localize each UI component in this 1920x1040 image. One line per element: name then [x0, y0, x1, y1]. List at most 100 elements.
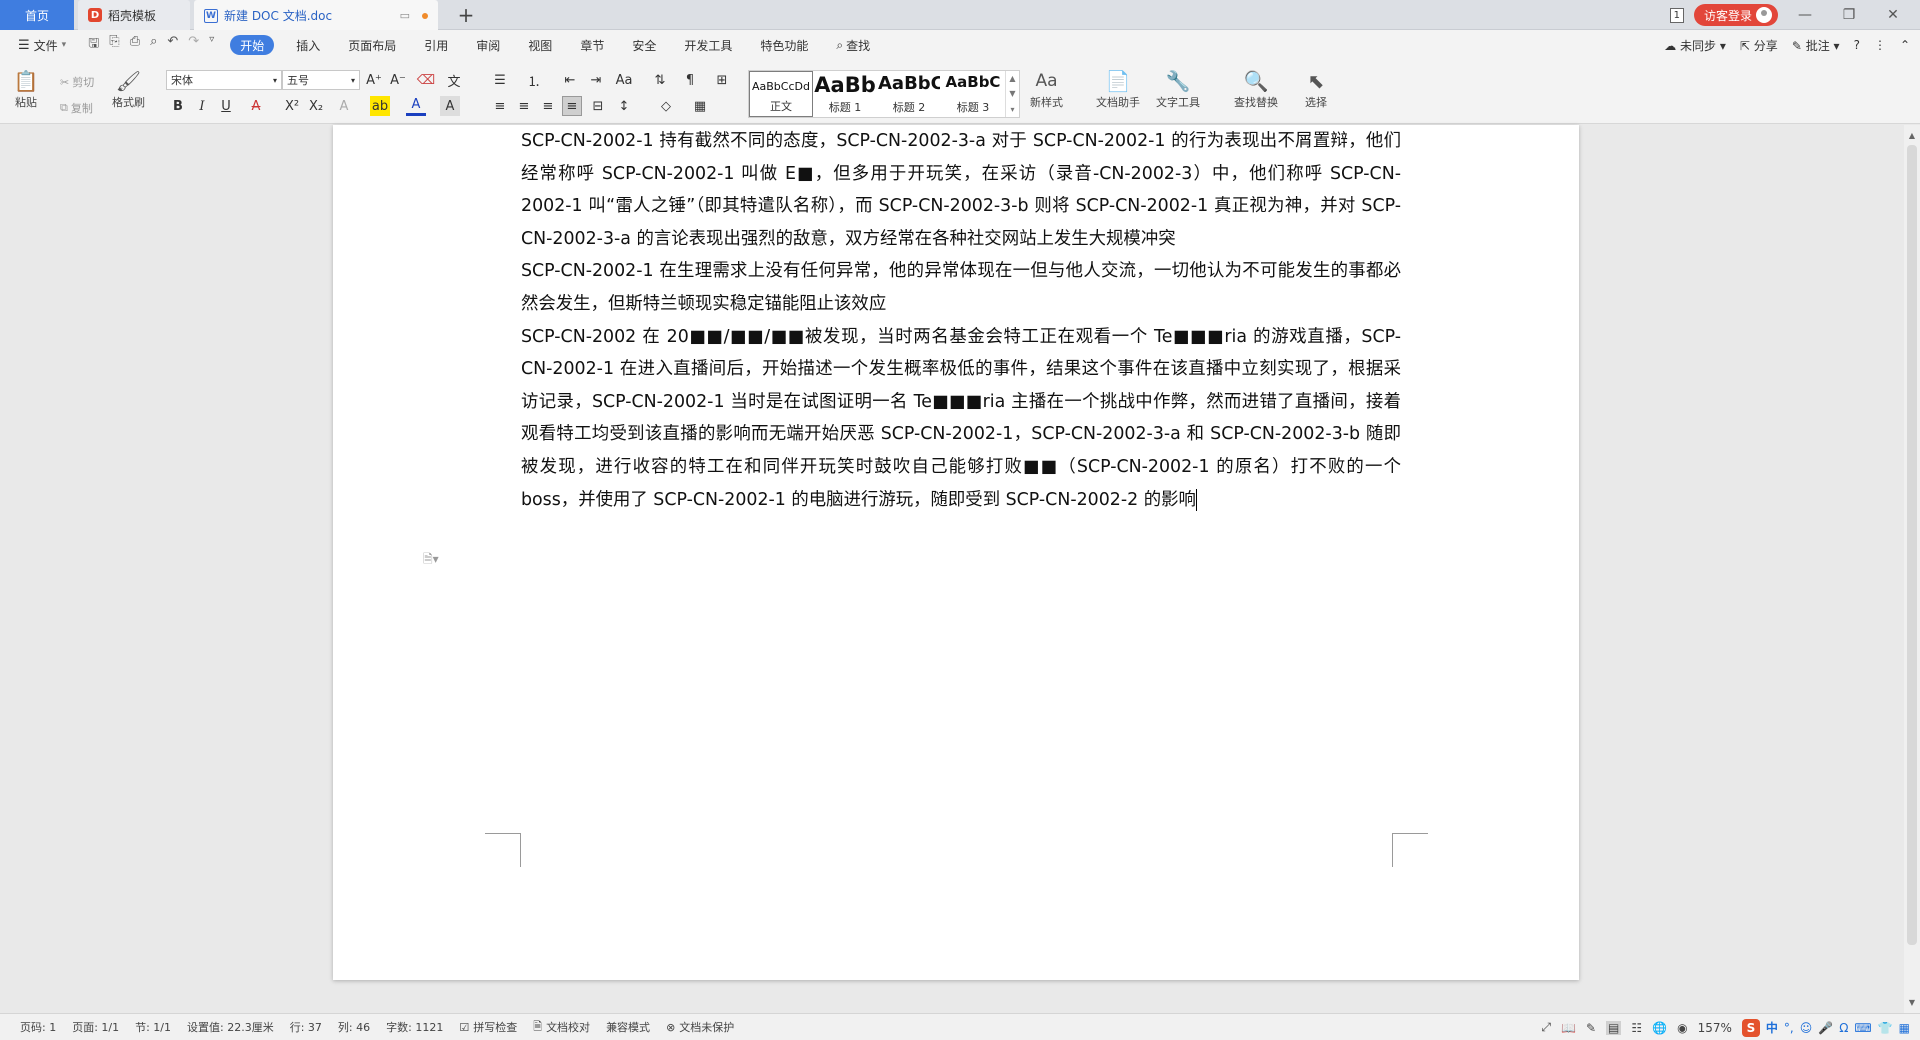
sort-icon[interactable]: ⇅: [650, 70, 670, 90]
redo-icon[interactable]: ↷: [188, 34, 199, 56]
emoji-icon[interactable]: ☺: [1800, 1021, 1813, 1035]
ime-language[interactable]: 中: [1766, 1019, 1778, 1036]
new-style-button[interactable]: Aa 新样式: [1030, 68, 1063, 110]
find-replace-button[interactable]: 🔍 查找替换: [1234, 68, 1278, 110]
char-shading-icon[interactable]: A: [440, 96, 460, 116]
align-right-icon[interactable]: ≡: [538, 96, 558, 116]
status-col[interactable]: 列: 46: [330, 1019, 378, 1035]
tab-template[interactable]: D 稻壳模板: [78, 0, 190, 30]
highlight-icon[interactable]: ab: [370, 96, 390, 116]
doc-assistant-button[interactable]: 📄 文档助手: [1096, 68, 1140, 110]
paragraph-options-icon[interactable]: 🗎▾: [423, 550, 439, 571]
keyboard-icon[interactable]: ⌨: [1854, 1021, 1871, 1035]
close-icon[interactable]: ✕: [1876, 7, 1910, 23]
undo-icon[interactable]: ↶: [167, 34, 178, 56]
tab-features[interactable]: 特色功能: [746, 30, 822, 60]
shading-icon[interactable]: ◇: [656, 96, 676, 116]
phonetic-icon[interactable]: 文: [444, 70, 464, 90]
unsaved-dot-icon[interactable]: [422, 12, 428, 19]
comment-button[interactable]: ✎ 批注 ▾: [1792, 37, 1840, 54]
reading-mode-icon[interactable]: 📖: [1561, 1021, 1576, 1035]
search-menu[interactable]: ⌕ 查找: [822, 30, 884, 60]
scroll-down-icon[interactable]: ▼: [1909, 998, 1915, 1007]
increase-indent-icon[interactable]: ⇥: [586, 70, 606, 90]
superscript-icon[interactable]: X²: [282, 96, 302, 116]
status-page-number[interactable]: 页码: 1: [12, 1019, 64, 1035]
tab-references[interactable]: 引用: [410, 30, 462, 60]
share-button[interactable]: ⇱ 分享: [1740, 37, 1778, 54]
restore-icon[interactable]: ❐: [1832, 7, 1866, 23]
select-button[interactable]: ⬉ 选择: [1302, 68, 1330, 110]
print-preview-icon[interactable]: ⌕: [150, 34, 157, 56]
shrink-font-icon[interactable]: A⁻: [388, 70, 408, 90]
document-area[interactable]: 🗎▾ SCP-CN-2002-1 持有截然不同的态度，SCP-CN-2002-3…: [0, 125, 1904, 1013]
outline-view-icon[interactable]: ☷: [1631, 1021, 1642, 1035]
tab-security[interactable]: 安全: [618, 30, 670, 60]
tab-screen-icon[interactable]: ▭: [400, 9, 410, 22]
chevron-down-icon[interactable]: ▼: [1009, 89, 1015, 98]
collapse-ribbon-icon[interactable]: ⌃: [1900, 38, 1910, 52]
help-button[interactable]: ?: [1854, 38, 1860, 52]
align-left-icon[interactable]: ≡: [490, 96, 510, 116]
file-menu[interactable]: ☰ 文件 ▾: [14, 30, 80, 60]
paragraph[interactable]: SCP-CN-2002-1 持有截然不同的态度，SCP-CN-2002-3-a …: [521, 125, 1401, 255]
spell-check-button[interactable]: ☑ 拼写检查: [451, 1019, 525, 1035]
subscript-icon[interactable]: X₂: [306, 96, 326, 116]
eye-care-icon[interactable]: ◉: [1677, 1021, 1687, 1035]
tab-page-layout[interactable]: 页面布局: [334, 30, 410, 60]
paragraph[interactable]: SCP-CN-2002-1 在生理需求上没有任何异常，他的异常体现在一但与他人交…: [521, 255, 1401, 320]
italic-icon[interactable]: I: [192, 96, 212, 116]
zoom-level[interactable]: 157%: [1698, 1021, 1732, 1035]
new-tab-button[interactable]: +: [448, 0, 484, 30]
proofread-button[interactable]: 🗎 文档校对: [525, 1018, 598, 1037]
underline-icon[interactable]: U: [216, 96, 236, 116]
ime-toolbar[interactable]: S 中 °, ☺ 🎤 Ω ⌨ 👕 ▦: [1741, 1018, 1910, 1037]
numbering-icon[interactable]: ⒈: [524, 70, 544, 90]
align-center-icon[interactable]: ≡: [514, 96, 534, 116]
style-heading-3[interactable]: AaBbC 标题 3: [941, 71, 1005, 117]
tab-insert[interactable]: 插入: [282, 30, 334, 60]
chevron-up-icon[interactable]: ▲: [1009, 74, 1015, 83]
scroll-up-icon[interactable]: ▲: [1909, 131, 1915, 140]
borders-icon[interactable]: ▦: [690, 96, 710, 116]
decrease-indent-icon[interactable]: ⇤: [560, 70, 580, 90]
customize-icon[interactable]: ▿: [209, 34, 214, 56]
export-icon[interactable]: ⎘: [109, 34, 119, 56]
tab-document[interactable]: W 新建 DOC 文档.doc ▭: [194, 0, 438, 31]
tab-start[interactable]: 开始: [230, 35, 275, 55]
cut-button[interactable]: ✂ 剪切: [60, 74, 94, 90]
format-painter-button[interactable]: 🖌 格式刷: [112, 68, 145, 110]
status-pages[interactable]: 页面: 1/1: [64, 1019, 127, 1035]
paragraph[interactable]: SCP-CN-2002 在 20■■/■■/■■被发现，当时两名基金会特工正在观…: [521, 327, 1401, 511]
style-heading-1[interactable]: AaBb 标题 1: [813, 71, 877, 117]
font-name-select[interactable]: 宋体 ▾: [166, 70, 282, 90]
vertical-scrollbar[interactable]: ▲ ▼: [1904, 125, 1920, 1013]
styles-scroll[interactable]: ▲ ▼ ▾: [1005, 71, 1019, 117]
clear-format-icon[interactable]: ⌫: [416, 70, 436, 90]
web-view-icon[interactable]: 🌐: [1652, 1021, 1667, 1035]
style-normal[interactable]: AaBbCcDd 正文: [749, 71, 813, 117]
visitor-login-button[interactable]: 访客登录: [1693, 4, 1778, 26]
grow-font-icon[interactable]: A⁺: [364, 70, 384, 90]
bullets-icon[interactable]: ☰: [490, 70, 510, 90]
microphone-icon[interactable]: 🎤: [1818, 1021, 1833, 1035]
paste-button[interactable]: 📋 粘贴: [12, 68, 40, 110]
tab-review[interactable]: 审阅: [462, 30, 514, 60]
write-mode-icon[interactable]: ✎: [1586, 1021, 1596, 1035]
text-effect-icon[interactable]: A: [334, 96, 354, 116]
more-styles-icon[interactable]: ▾: [1010, 105, 1014, 114]
table-layout-icon[interactable]: ⊞: [712, 70, 732, 90]
window-count-badge[interactable]: 1: [1669, 7, 1684, 23]
status-section[interactable]: 节: 1/1: [127, 1019, 179, 1035]
punctuation-icon[interactable]: °,: [1784, 1021, 1794, 1035]
font-size-select[interactable]: 五号 ▾: [282, 70, 360, 90]
strikethrough-icon[interactable]: A: [246, 96, 266, 116]
document-page[interactable]: 🗎▾ SCP-CN-2002-1 持有截然不同的态度，SCP-CN-2002-3…: [333, 125, 1579, 980]
headset-icon[interactable]: Ω: [1839, 1021, 1848, 1035]
line-spacing-icon[interactable]: ↕: [614, 96, 634, 116]
distribute-icon[interactable]: ⊟: [588, 96, 608, 116]
sync-button[interactable]: ☁ 未同步 ▾: [1664, 37, 1726, 54]
style-heading-2[interactable]: AaBbC 标题 2: [877, 71, 941, 117]
print-icon[interactable]: ⎙: [130, 34, 140, 56]
scroll-thumb[interactable]: [1907, 145, 1917, 945]
